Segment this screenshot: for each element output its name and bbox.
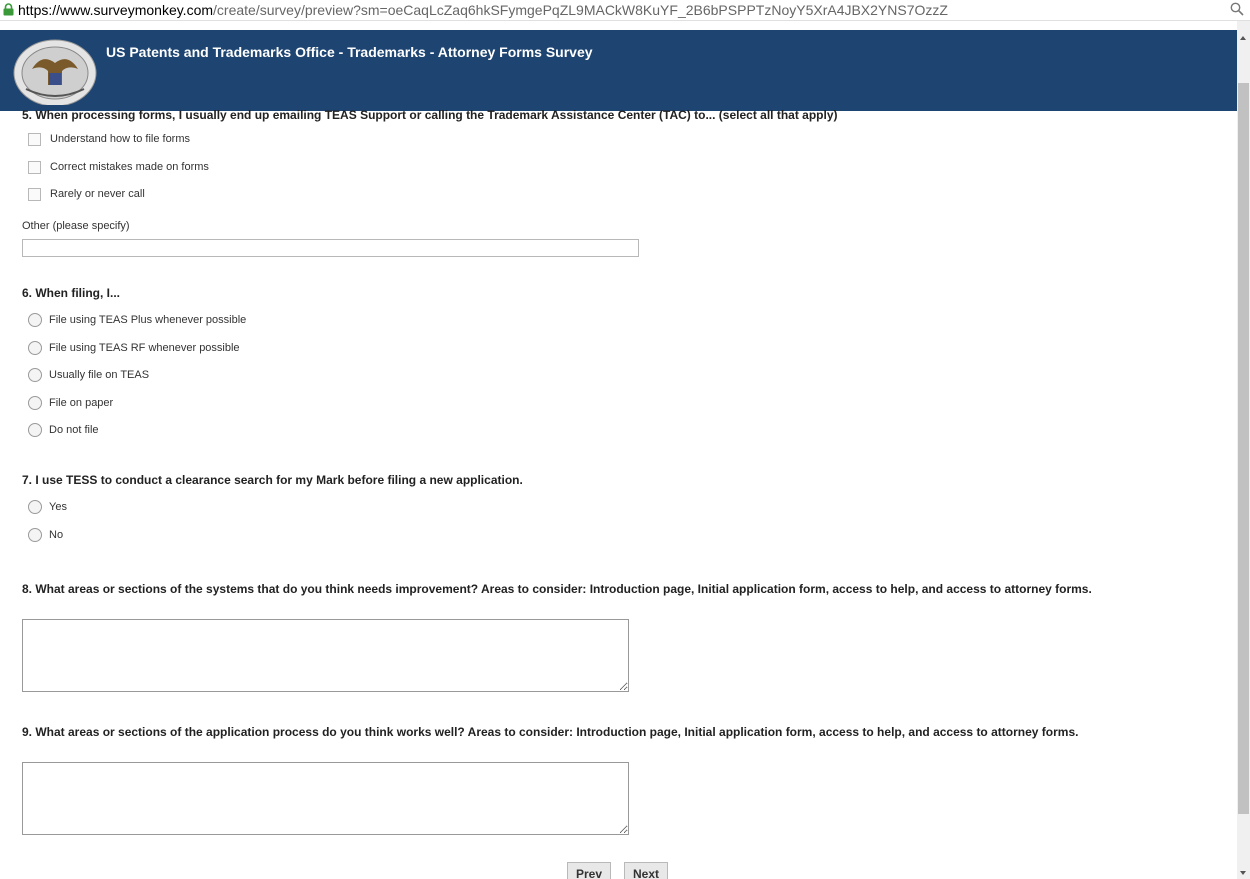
- q6-option-3[interactable]: Usually file on TEAS: [28, 367, 149, 383]
- option-label: Do not file: [49, 424, 99, 436]
- q5-option-3[interactable]: Rarely or never call: [28, 186, 145, 202]
- question-8: 8. What areas or sections of the systems…: [22, 582, 1092, 596]
- q5-option-2[interactable]: Correct mistakes made on forms: [28, 159, 209, 175]
- q6-option-2[interactable]: File using TEAS RF whenever possible: [28, 340, 240, 356]
- q9-answer-textarea[interactable]: [22, 762, 629, 835]
- url-host: https://www.surveymonkey.com: [18, 2, 214, 18]
- option-label: File using TEAS RF whenever possible: [49, 342, 240, 354]
- department-seal-icon: [13, 39, 97, 105]
- question-9: 9. What areas or sections of the applica…: [22, 725, 1079, 739]
- option-label: Yes: [49, 501, 67, 513]
- survey-page: US Patents and Trademarks Office - Trade…: [0, 21, 1237, 879]
- q7-option-no[interactable]: No: [28, 527, 63, 543]
- radio-button[interactable]: [28, 368, 42, 382]
- checkbox[interactable]: [28, 187, 41, 201]
- survey-header: US Patents and Trademarks Office - Trade…: [0, 30, 1237, 111]
- q5-other-label: Other (please specify): [22, 220, 130, 232]
- question-7: 7. I use TESS to conduct a clearance sea…: [22, 473, 523, 487]
- option-label: No: [49, 529, 64, 541]
- radio-button[interactable]: [28, 528, 42, 542]
- q5-other-input[interactable]: [22, 239, 639, 257]
- option-label: Usually file on TEAS: [49, 369, 150, 381]
- checkbox[interactable]: [28, 160, 41, 174]
- option-label: Rarely or never call: [50, 188, 145, 200]
- question-6: 6. When filing, I...: [22, 286, 120, 300]
- scroll-up-icon[interactable]: [1240, 36, 1246, 40]
- radio-button[interactable]: [28, 341, 42, 355]
- option-label: File using TEAS Plus whenever possible: [49, 314, 247, 326]
- scrollbar-thumb[interactable]: [1238, 83, 1249, 814]
- radio-button[interactable]: [28, 313, 42, 327]
- q6-option-5[interactable]: Do not file: [28, 422, 99, 438]
- q6-option-1[interactable]: File using TEAS Plus whenever possible: [28, 312, 246, 328]
- option-label: File on paper: [49, 397, 114, 409]
- url-path: /create/survey/preview?sm=oeCaqLcZaq6hkS…: [213, 2, 948, 18]
- next-button[interactable]: Next: [624, 862, 669, 879]
- survey-title: US Patents and Trademarks Office - Trade…: [106, 44, 593, 60]
- question-5: 5. When processing forms, I usually end …: [22, 108, 838, 122]
- url-text: https://www.surveymonkey.com/create/surv…: [18, 0, 948, 20]
- scroll-down-icon[interactable]: [1240, 871, 1246, 875]
- vertical-scrollbar[interactable]: [1237, 21, 1250, 879]
- q8-answer-textarea[interactable]: [22, 619, 629, 692]
- lock-icon: [3, 3, 14, 16]
- radio-button[interactable]: [28, 500, 42, 514]
- option-label: Correct mistakes made on forms: [50, 161, 209, 173]
- search-icon[interactable]: [1230, 2, 1244, 16]
- radio-button[interactable]: [28, 423, 42, 437]
- prev-button[interactable]: Prev: [567, 862, 612, 879]
- checkbox[interactable]: [28, 132, 41, 146]
- q6-option-4[interactable]: File on paper: [28, 395, 113, 411]
- radio-button[interactable]: [28, 396, 42, 410]
- option-label: Understand how to file forms: [50, 133, 191, 145]
- q7-option-yes[interactable]: Yes: [28, 499, 67, 515]
- q5-option-1[interactable]: Understand how to file forms: [28, 131, 190, 147]
- address-bar[interactable]: https://www.surveymonkey.com/create/surv…: [0, 0, 1250, 21]
